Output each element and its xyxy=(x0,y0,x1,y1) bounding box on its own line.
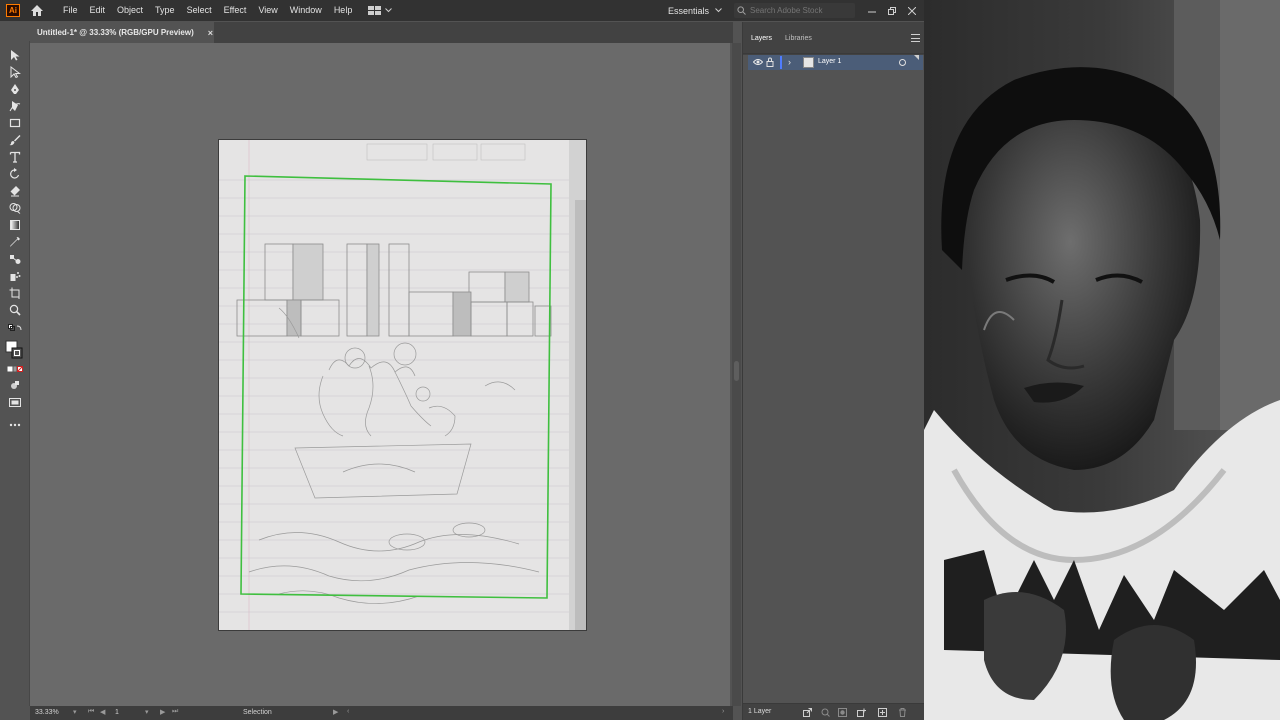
layer-row[interactable]: › Layer 1 xyxy=(748,55,923,70)
minimize-icon xyxy=(868,11,876,12)
first-artboard-icon[interactable]: ⏮ xyxy=(88,708,94,716)
color-mode-icon[interactable] xyxy=(7,364,23,374)
chevron-down-icon xyxy=(385,8,393,13)
scroll-left-icon[interactable]: ‹ xyxy=(347,708,349,715)
target-circle-icon[interactable] xyxy=(899,59,906,66)
locate-object-icon[interactable] xyxy=(820,707,830,717)
tab-libraries[interactable]: Libraries xyxy=(785,35,812,42)
arrange-documents-button[interactable] xyxy=(368,5,393,16)
curvature-tool-icon[interactable] xyxy=(7,98,23,114)
workspace-switcher[interactable]: Essentials xyxy=(668,0,722,21)
new-sublayer-icon[interactable] xyxy=(857,707,867,717)
drawing-mode-icon[interactable] xyxy=(7,377,23,393)
stock-search-input[interactable] xyxy=(750,6,850,15)
status-menu-arrow-icon[interactable]: ▶ xyxy=(333,708,338,716)
eyedropper-tool-icon[interactable] xyxy=(7,234,23,250)
vertical-scroll-thumb[interactable] xyxy=(734,361,739,381)
zoom-tool-icon[interactable] xyxy=(7,302,23,318)
webcam-person-image xyxy=(924,0,1280,720)
status-bar: 33.33% ▾ ⏮ ◀ 1 ▾ ▶ ⏭ Selection ▶ ‹ › xyxy=(30,706,733,720)
visibility-eye-icon[interactable] xyxy=(753,58,763,66)
stock-search-box[interactable] xyxy=(734,3,855,18)
canvas-area[interactable] xyxy=(30,43,730,706)
close-icon xyxy=(908,6,916,15)
new-layer-icon[interactable] xyxy=(877,707,887,717)
rotate-tool-icon[interactable] xyxy=(7,166,23,182)
menu-select[interactable]: Select xyxy=(181,0,218,21)
arrange-documents-icon xyxy=(368,5,382,15)
menu-effect[interactable]: Effect xyxy=(218,0,253,21)
zoom-dropdown-icon[interactable]: ▾ xyxy=(73,708,77,716)
illustrator-window: Ai File Edit Object Type Select Effect V… xyxy=(0,0,924,720)
layer-thumbnail xyxy=(803,57,814,68)
restore-button[interactable] xyxy=(883,0,901,21)
lock-icon[interactable] xyxy=(766,57,774,67)
zoom-level[interactable]: 33.33% xyxy=(35,709,59,716)
delete-layer-icon[interactable] xyxy=(897,707,907,717)
selection-corner-icon[interactable] xyxy=(914,55,919,60)
layer-count: 1 Layer xyxy=(748,708,772,715)
eraser-tool-icon[interactable] xyxy=(7,183,23,199)
paintbrush-tool-icon[interactable] xyxy=(7,132,23,148)
gradient-tool-icon[interactable] xyxy=(7,217,23,233)
artboard-tool-icon[interactable] xyxy=(7,285,23,301)
close-document-button[interactable]: × xyxy=(208,28,213,38)
expand-arrow-icon[interactable]: › xyxy=(788,57,791,67)
type-tool-icon[interactable] xyxy=(7,149,23,165)
layer-color-indicator xyxy=(780,56,782,69)
menu-object[interactable]: Object xyxy=(111,0,149,21)
menu-view[interactable]: View xyxy=(252,0,283,21)
restore-icon xyxy=(888,6,896,15)
menu-help[interactable]: Help xyxy=(328,0,359,21)
current-tool-label: Selection xyxy=(243,709,272,716)
minimize-button[interactable] xyxy=(863,0,881,21)
workspace-label: Essentials xyxy=(668,5,710,16)
next-artboard-icon[interactable]: ▶ xyxy=(160,708,165,716)
placed-sketch-image xyxy=(219,140,586,630)
layers-panel: Layers Libraries › Layer 1 1 Layer xyxy=(742,22,924,720)
default-colors-icon[interactable] xyxy=(7,323,23,333)
layer-name[interactable]: Layer 1 xyxy=(818,58,841,65)
menu-window[interactable]: Window xyxy=(284,0,328,21)
vertical-scrollbar[interactable] xyxy=(732,43,741,706)
panel-tab-bar: Layers Libraries xyxy=(743,22,924,55)
make-clipping-mask-icon[interactable] xyxy=(837,707,847,717)
direct-selection-tool-icon[interactable] xyxy=(7,64,23,80)
document-tab-bar: Untitled-1* @ 33.33% (RGB/GPU Preview) × xyxy=(30,22,733,43)
more-tools-icon[interactable] xyxy=(7,417,23,433)
app-logo: Ai xyxy=(6,4,20,17)
artboard-dropdown-icon[interactable]: ▾ xyxy=(145,708,149,716)
close-window-button[interactable] xyxy=(903,0,921,21)
home-icon[interactable] xyxy=(29,3,45,19)
panel-menu-icon[interactable] xyxy=(911,34,920,42)
search-icon xyxy=(737,6,746,15)
panel-divider xyxy=(743,53,924,54)
menu-type[interactable]: Type xyxy=(149,0,181,21)
document-tab[interactable]: Untitled-1* @ 33.33% (RGB/GPU Preview) × xyxy=(30,22,214,43)
previous-artboard-icon[interactable]: ◀ xyxy=(100,708,105,716)
menu-file[interactable]: File xyxy=(57,0,84,21)
symbol-sprayer-tool-icon[interactable] xyxy=(7,268,23,284)
fill-stroke-swatch-icon[interactable] xyxy=(5,340,23,360)
rectangle-tool-icon[interactable] xyxy=(7,115,23,131)
menu-edit[interactable]: Edit xyxy=(84,0,112,21)
export-for-screens-icon[interactable] xyxy=(802,707,812,717)
chevron-down-icon xyxy=(715,8,722,13)
tools-panel xyxy=(0,41,30,706)
blend-tool-icon[interactable] xyxy=(7,251,23,267)
last-artboard-icon[interactable]: ⏭ xyxy=(172,708,178,716)
screen-mode-icon[interactable] xyxy=(7,394,23,410)
tab-layers[interactable]: Layers xyxy=(751,35,772,42)
document-tab-title: Untitled-1* @ 33.33% (RGB/GPU Preview) xyxy=(37,28,194,37)
webcam-overlay xyxy=(924,0,1280,720)
scroll-right-icon[interactable]: › xyxy=(722,708,724,715)
artboard[interactable] xyxy=(218,139,587,631)
artboard-number[interactable]: 1 xyxy=(115,709,119,716)
selection-tool-icon[interactable] xyxy=(7,47,23,63)
pen-tool-icon[interactable] xyxy=(7,81,23,97)
layers-footer: 1 Layer xyxy=(743,703,924,720)
shape-builder-tool-icon[interactable] xyxy=(7,200,23,216)
